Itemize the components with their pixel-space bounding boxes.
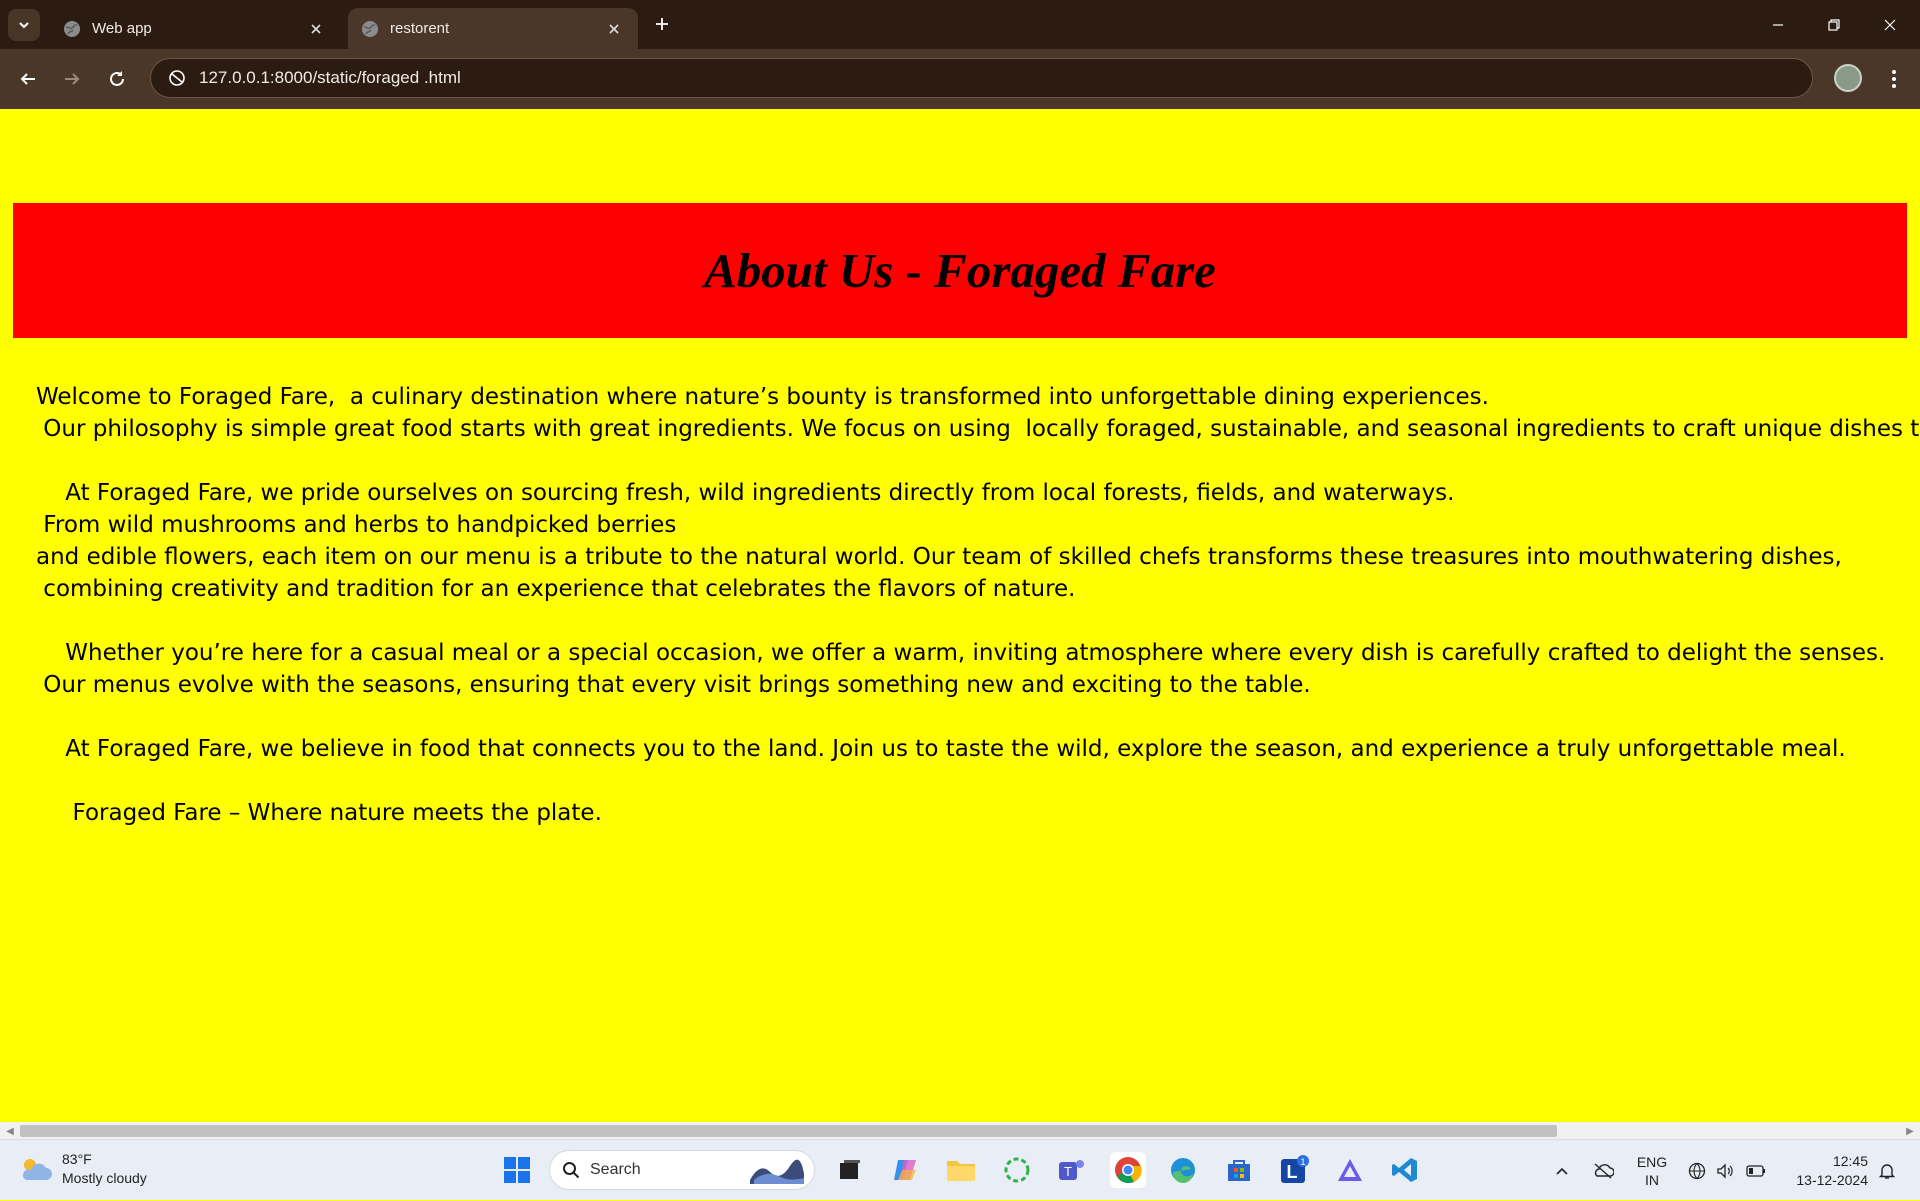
weather-widget[interactable]: 83°F Mostly cloudy <box>18 1150 147 1188</box>
back-button[interactable] <box>12 63 44 95</box>
delta-app-icon[interactable] <box>1332 1152 1368 1188</box>
notification-badge: 1 <box>1300 1157 1305 1167</box>
arrow-right-icon <box>65 73 80 85</box>
teams-icon[interactable]: T <box>1054 1152 1090 1188</box>
text-line: and edible flowers, each item on our men… <box>36 544 1842 570</box>
clock[interactable]: 12:45 13-12-2024 <box>1782 1140 1868 1201</box>
browser-menu-button[interactable] <box>1880 63 1908 95</box>
scroll-left-icon[interactable]: ◀ <box>3 1124 17 1138</box>
new-tab-button[interactable] <box>650 12 674 36</box>
text-line: Our philosophy is simple great food star… <box>36 416 1920 442</box>
text-line: Whether you’re here for a casual meal or… <box>36 640 1886 666</box>
restore-button[interactable] <box>1806 0 1862 49</box>
text-line: At Foraged Fare, we pride ourselves on s… <box>36 480 1455 506</box>
region-code: IN <box>1645 1171 1659 1188</box>
search-icon <box>563 1162 580 1179</box>
minimize-button[interactable] <box>1750 0 1806 49</box>
horizontal-scrollbar[interactable]: ◀ ▶ <box>0 1122 1920 1139</box>
scroll-right-icon[interactable]: ▶ <box>1903 1124 1917 1138</box>
tab-title: restorent <box>390 20 450 37</box>
text-line: From wild mushrooms and herbs to handpic… <box>36 512 677 538</box>
search-label: Search <box>590 1161 641 1178</box>
site-info-icon[interactable] <box>165 66 189 90</box>
reload-icon <box>110 71 124 86</box>
tab-search-button[interactable] <box>8 9 40 41</box>
file-explorer-icon[interactable] <box>943 1152 979 1188</box>
taskbar-search[interactable]: Search <box>549 1150 815 1190</box>
windows-logo-icon <box>504 1157 530 1183</box>
reload-button[interactable] <box>101 63 133 95</box>
microsoft-store-icon[interactable] <box>1221 1152 1257 1188</box>
task-view-icon[interactable] <box>832 1152 868 1188</box>
minimize-icon <box>1773 23 1783 26</box>
text-line: Foraged Fare – Where nature meets the pl… <box>36 800 602 826</box>
tab-title: Web app <box>92 20 152 37</box>
text-line: combining creativity and tradition for a… <box>36 576 1076 602</box>
show-hidden-icons-button[interactable] <box>1549 1140 1575 1201</box>
start-button[interactable] <box>499 1152 535 1188</box>
page-viewport: About Us - Foraged Fare Welcome to Forag… <box>0 109 1920 1122</box>
copilot-icon[interactable] <box>888 1152 924 1188</box>
text-line: At Foraged Fare, we believe in food that… <box>36 736 1846 762</box>
language-code: ENG <box>1636 1153 1668 1170</box>
battery-icon[interactable] <box>1744 1140 1768 1201</box>
onedrive-offline-icon[interactable] <box>1588 1140 1618 1201</box>
l-app-icon[interactable]: L1 <box>1276 1152 1312 1188</box>
tab-close-button[interactable] <box>602 17 626 41</box>
refresh-app-icon[interactable] <box>999 1152 1035 1188</box>
globe-icon <box>362 20 378 37</box>
vscode-icon[interactable] <box>1387 1152 1423 1188</box>
chevron-up-icon <box>1556 1167 1568 1175</box>
browser-tab-strip: Web app restorent <box>0 0 1920 49</box>
close-icon <box>311 23 321 34</box>
close-icon <box>1884 19 1896 30</box>
language-indicator[interactable]: ENG IN <box>1630 1140 1674 1201</box>
about-text: Welcome to Foraged Fare, a culinary dest… <box>36 381 1920 829</box>
address-bar[interactable]: 127.0.0.1:8000/static/foraged .html <box>150 58 1813 98</box>
page-title: About Us - Foraged Fare <box>704 243 1216 298</box>
arrow-left-icon <box>20 73 35 85</box>
scrollbar-thumb[interactable] <box>20 1125 1557 1137</box>
tab-restorent[interactable]: restorent <box>348 8 638 49</box>
text-line: Our menus evolve with the seasons, ensur… <box>36 672 1311 698</box>
windows-taskbar: 83°F Mostly cloudy Search T L1 ENG IN 12… <box>0 1139 1920 1200</box>
tab-close-button[interactable] <box>304 17 328 41</box>
plus-icon <box>656 18 668 30</box>
globe-icon <box>64 20 80 37</box>
search-highlight-icon <box>750 1159 804 1184</box>
notifications-bell-icon[interactable] <box>1874 1140 1900 1201</box>
close-icon <box>609 23 619 34</box>
svg-text:L: L <box>1287 1162 1298 1182</box>
profile-avatar[interactable] <box>1834 64 1862 92</box>
clock-date: 13-12-2024 <box>1796 1171 1868 1188</box>
more-vertical-icon <box>1892 70 1896 88</box>
tab-web-app[interactable]: Web app <box>50 8 340 49</box>
chrome-icon[interactable] <box>1110 1152 1146 1188</box>
text-line: Welcome to Foraged Fare, a culinary dest… <box>36 384 1489 410</box>
chevron-down-icon <box>19 22 29 29</box>
network-icon[interactable] <box>1686 1140 1708 1201</box>
weather-temp: 83°F <box>62 1151 92 1167</box>
edge-icon[interactable] <box>1165 1152 1201 1188</box>
svg-text:T: T <box>1064 1164 1072 1179</box>
browser-toolbar: 127.0.0.1:8000/static/foraged .html <box>0 49 1920 109</box>
heading-banner: About Us - Foraged Fare <box>13 203 1907 338</box>
cloudy-weather-icon <box>22 1159 52 1180</box>
restore-icon <box>1828 18 1840 31</box>
weather-condition: Mostly cloudy <box>62 1170 147 1186</box>
url-text: 127.0.0.1:8000/static/foraged .html <box>199 68 461 87</box>
clock-time: 12:45 <box>1832 1152 1868 1169</box>
volume-icon[interactable] <box>1714 1140 1736 1201</box>
forward-button[interactable] <box>56 63 88 95</box>
close-window-button[interactable] <box>1862 0 1918 49</box>
